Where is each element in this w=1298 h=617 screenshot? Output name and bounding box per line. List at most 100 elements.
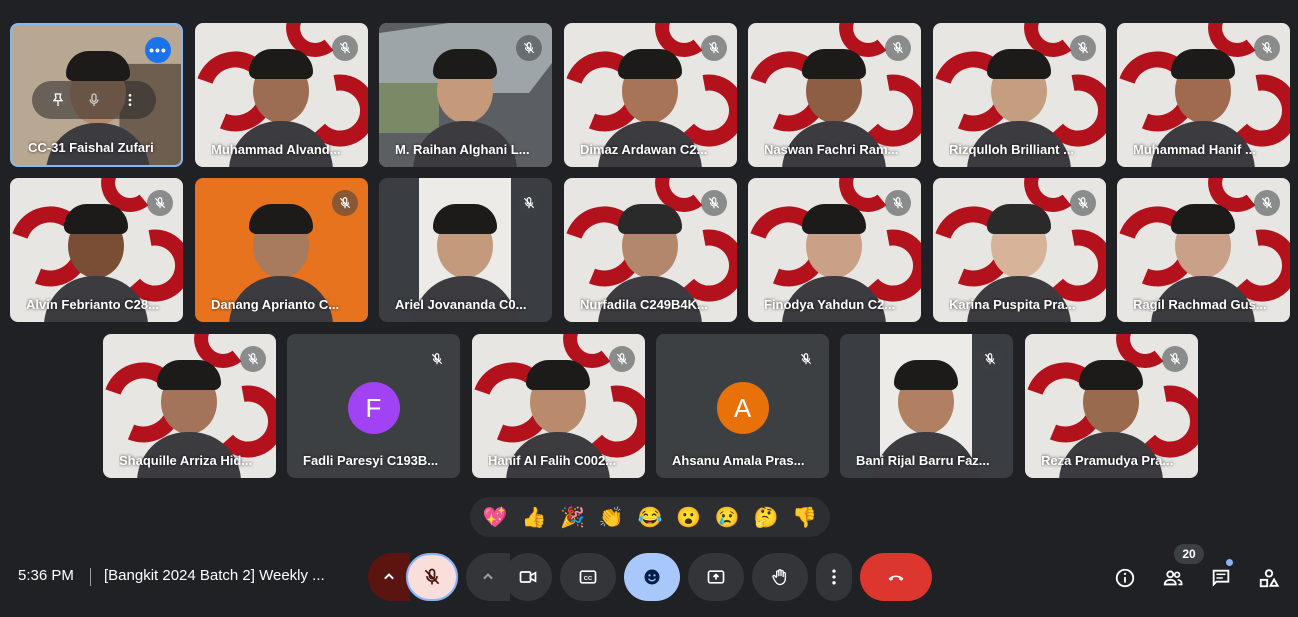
mic-off-icon [339, 42, 351, 54]
participant-tile[interactable]: Alvin Febrianto C28... [10, 178, 183, 322]
mic-off-icon [1077, 197, 1089, 209]
participant-tile[interactable]: F Fadli Paresyi C193B... [287, 334, 460, 478]
participant-name: Finodya Yahdun C2... [764, 297, 896, 312]
tile-options-button[interactable] [116, 86, 144, 114]
tile-mic-button[interactable] [80, 86, 108, 114]
present-screen-button[interactable] [688, 553, 744, 601]
mic-off-icon [984, 353, 996, 365]
mic-off-icon [800, 353, 812, 365]
muted-indicator [701, 35, 727, 61]
camera-icon [519, 571, 537, 583]
camera-toggle-button[interactable] [504, 553, 552, 601]
participant-tile[interactable]: Ragil Rachmad Gus... [1117, 178, 1290, 322]
microphone-toggle-button[interactable] [406, 553, 458, 601]
reaction-emoji[interactable]: 💖 [479, 505, 511, 530]
more-vert-icon [128, 94, 132, 106]
people-icon [1163, 570, 1183, 586]
mic-off-icon [616, 353, 628, 365]
captions-button[interactable]: CC [560, 553, 616, 601]
participant-count-badge: 20 [1174, 544, 1204, 564]
participant-tile[interactable]: A Ahsanu Amala Pras... [656, 334, 829, 478]
mic-off-icon [892, 42, 904, 54]
muted-indicator [1254, 190, 1280, 216]
shapes-icon [1259, 569, 1280, 588]
participant-tile[interactable]: Ariel Jovananda C0... [379, 178, 552, 322]
participant-name: Bani Rijal Barru Faz... [856, 453, 990, 468]
mic-off-icon [1169, 353, 1181, 365]
audio-options-button[interactable] [368, 553, 410, 601]
muted-indicator [147, 190, 173, 216]
muted-indicator [793, 346, 819, 372]
activities-button[interactable] [1256, 565, 1282, 591]
reaction-emoji[interactable]: 🎉 [557, 505, 589, 530]
more-vert-icon [832, 569, 836, 585]
participant-video-hair [1079, 360, 1143, 390]
reaction-emoji[interactable]: 👎 [789, 505, 821, 530]
participant-video-hair [157, 360, 221, 390]
participant-avatar: A [716, 382, 769, 434]
participant-name: Naswan Fachri Ram... [764, 142, 899, 157]
participant-name: Ariel Jovananda C0... [395, 297, 527, 312]
mic-off-icon [1261, 42, 1273, 54]
chat-button[interactable] [1208, 565, 1234, 591]
participant-tile[interactable]: Dimaz Ardawan C2... [564, 23, 737, 167]
muted-indicator [701, 190, 727, 216]
reaction-emoji[interactable]: 😮 [673, 505, 705, 530]
reaction-emoji[interactable]: 😢 [711, 505, 743, 530]
muted-indicator [240, 346, 266, 372]
reactions-button[interactable] [624, 553, 680, 601]
present-icon [707, 570, 725, 584]
mic-off-icon [708, 42, 720, 54]
divider [90, 568, 91, 586]
participant-name: Muhammad Hanif ... [1133, 142, 1256, 157]
reaction-emoji[interactable]: 👏 [595, 505, 627, 530]
pin-button[interactable] [44, 86, 72, 114]
people-button[interactable] [1160, 565, 1186, 591]
participant-tile[interactable]: Danang Aprianto C... [195, 178, 368, 322]
participant-video-hair [802, 204, 866, 234]
participant-tile[interactable]: Muhammad Alvand... [195, 23, 368, 167]
participant-tile[interactable]: Finodya Yahdun C2... [748, 178, 921, 322]
participant-avatar: F [347, 382, 400, 434]
participant-tile[interactable]: Nurfadila C249B4K... [564, 178, 737, 322]
participant-tile[interactable]: M. Raihan Alghani L... [379, 23, 552, 167]
self-tile-more-button[interactable]: ••• [145, 37, 171, 63]
participant-tile[interactable]: Naswan Fachri Ram... [748, 23, 921, 167]
participant-name: Dimaz Ardawan C2... [580, 142, 708, 157]
participant-name: Alvin Febrianto C28... [26, 297, 159, 312]
reaction-emoji[interactable]: 😂 [634, 505, 666, 530]
muted-indicator [516, 190, 542, 216]
mic-off-icon [523, 42, 535, 54]
mic-icon [89, 93, 99, 106]
reaction-emoji[interactable]: 👍 [518, 505, 550, 530]
participant-name: Karina Puspita Pra... [949, 297, 1076, 312]
participant-video-hair [618, 49, 682, 79]
participant-tile[interactable]: Karina Puspita Pra... [933, 178, 1106, 322]
participant-name: M. Raihan Alghani L... [395, 142, 530, 157]
participant-tile[interactable]: Rizqulloh Brilliant ... [933, 23, 1106, 167]
info-icon [1115, 568, 1135, 588]
clock: 5:36 PM [18, 567, 74, 584]
muted-indicator [609, 346, 635, 372]
more-options-button[interactable] [816, 553, 852, 601]
muted-indicator [1070, 35, 1096, 61]
hand-icon [772, 569, 786, 586]
mic-off-icon [1077, 42, 1089, 54]
participant-name: Hanif Al Falih C002... [488, 453, 617, 468]
leave-call-button[interactable] [860, 553, 932, 601]
participant-tile[interactable]: Shaquille Arriza Hid... [103, 334, 276, 478]
chat-icon [1212, 569, 1230, 587]
participant-video-hair [894, 360, 958, 390]
participant-name: Nurfadila C249B4K... [580, 297, 708, 312]
participant-tile[interactable]: Hanif Al Falih C002... [472, 334, 645, 478]
raise-hand-button[interactable] [752, 553, 808, 601]
reaction-emoji[interactable]: 🤔 [750, 505, 782, 530]
participant-tile[interactable]: Muhammad Hanif ... [1117, 23, 1290, 167]
participant-tile[interactable]: ••• CC-31 Faishal Zufari [10, 23, 183, 167]
meeting-details-button[interactable] [1112, 565, 1138, 591]
participant-tile[interactable]: Bani Rijal Barru Faz... [840, 334, 1013, 478]
muted-indicator [885, 35, 911, 61]
meeting-title: [Bangkit 2024 Batch 2] Weekly ... [104, 567, 325, 584]
participant-video-hair [433, 204, 497, 234]
participant-tile[interactable]: Reza Pramudya Pra... [1025, 334, 1198, 478]
